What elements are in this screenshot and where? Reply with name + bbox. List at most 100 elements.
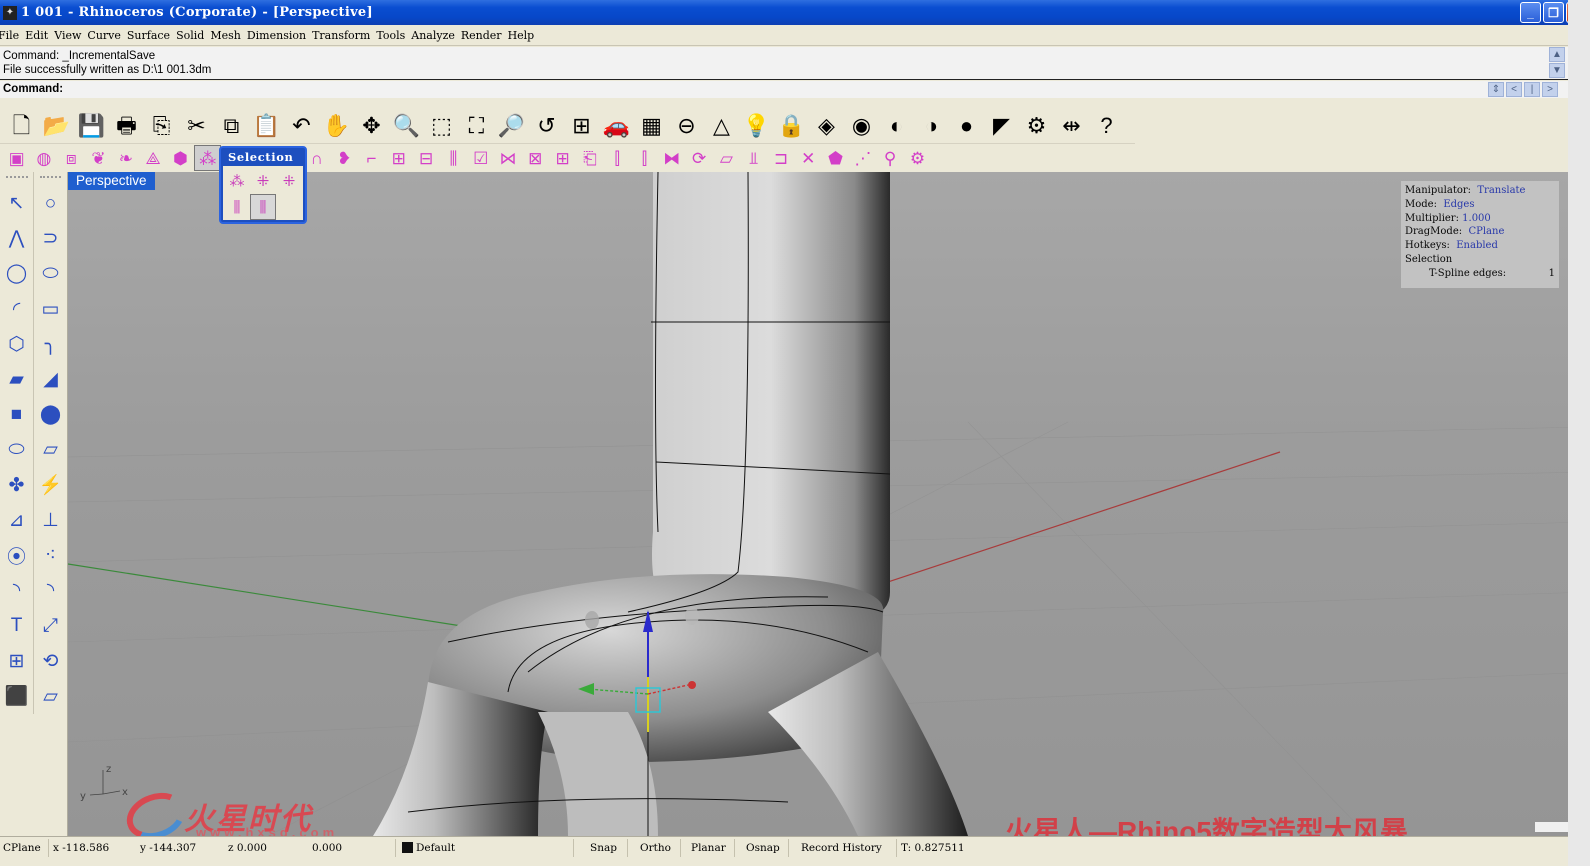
x-arrow-handle[interactable]: [688, 681, 696, 689]
polygon-icon[interactable]: ⬡: [0, 327, 33, 362]
record-history-toggle[interactable]: Record History: [801, 840, 882, 857]
menu-view[interactable]: View: [54, 29, 87, 42]
weld-icon[interactable]: ⋈: [494, 145, 521, 171]
tspline-toggle-icon[interactable]: ⟳: [685, 145, 712, 171]
unweld-icon[interactable]: ⊐: [767, 145, 794, 171]
render-sphere-icon[interactable]: ●: [949, 111, 984, 141]
solid-box-icon[interactable]: ■: [0, 397, 33, 432]
offset-curve-icon[interactable]: ◝: [34, 573, 67, 608]
viewport-title-tab[interactable]: Perspective: [68, 172, 155, 190]
rotate-icon[interactable]: ⟲: [34, 643, 67, 678]
scroll-down-button[interactable]: ▼: [1549, 63, 1565, 78]
split-icon[interactable]: ⊥: [34, 503, 67, 538]
light-icon[interactable]: 💡: [739, 111, 774, 141]
smooth-toggle-icon[interactable]: ▱: [713, 145, 740, 171]
import-icon[interactable]: ⎘: [144, 111, 179, 141]
shrink-selection-icon[interactable]: ⁜: [276, 168, 302, 194]
print-icon[interactable]: 🖶: [109, 111, 144, 141]
circle-icon[interactable]: ◯: [0, 256, 33, 291]
planar-surface-icon[interactable]: ⬭: [0, 432, 33, 467]
fillet-curve-icon[interactable]: ◝: [0, 573, 33, 608]
command-updown-button[interactable]: ⇕: [1488, 82, 1504, 97]
select-arrow-icon[interactable]: ↖: [0, 186, 33, 221]
menu-render[interactable]: Render: [461, 29, 508, 42]
save-icon[interactable]: 💾: [74, 111, 109, 141]
select-icon[interactable]: △: [704, 111, 739, 141]
undo-icon[interactable]: ↶: [284, 111, 319, 141]
planar-toggle[interactable]: Planar: [691, 840, 726, 857]
grow-selection-icon[interactable]: ⁜: [250, 168, 276, 194]
menu-mesh[interactable]: Mesh: [210, 29, 247, 42]
text-icon[interactable]: T: [0, 608, 33, 643]
new-icon[interactable]: 🗋: [4, 111, 39, 141]
manipulator-icon[interactable]: ⟁: [139, 145, 166, 171]
perspective-viewport[interactable]: z y x Perspective Manipulator: Translate…: [68, 172, 1590, 836]
shaded-icon[interactable]: ◐: [879, 111, 914, 141]
points-icon[interactable]: ⁖: [34, 538, 67, 573]
split-icon[interactable]: ✕: [795, 145, 822, 171]
boolean-icon[interactable]: ⦿: [0, 538, 33, 573]
minimize-button[interactable]: _: [1520, 2, 1541, 23]
menu-analyze[interactable]: Analyze: [411, 29, 461, 42]
help-icon[interactable]: ?: [1089, 111, 1124, 141]
snap-points-icon[interactable]: ⋰: [849, 145, 876, 171]
mesh-surface-icon[interactable]: ▱: [34, 432, 67, 467]
select-loop-icon[interactable]: ⫼: [224, 194, 250, 220]
menu-surface[interactable]: Surface: [127, 29, 176, 42]
bridge-icon[interactable]: ∩: [303, 145, 330, 171]
zoom-selected-icon[interactable]: 🔎: [494, 111, 529, 141]
tspline-display-icon[interactable]: ⬢: [167, 145, 194, 171]
symmetry-icon[interactable]: ⧓: [658, 145, 685, 171]
zoom-extents-icon[interactable]: ⛶: [459, 111, 494, 141]
sphere-icon[interactable]: ⬤: [34, 397, 67, 432]
array-icon[interactable]: ⊞: [0, 643, 33, 678]
cplane-status[interactable]: CPlane: [3, 840, 41, 857]
menu-help[interactable]: Help: [508, 29, 541, 42]
fill-hole-icon[interactable]: ☑: [467, 145, 494, 171]
tspline-settings-icon[interactable]: ⚙: [904, 145, 931, 171]
zoom-window-icon[interactable]: ⬚: [424, 111, 459, 141]
dimension-tool-icon[interactable]: ⏥: [34, 679, 67, 714]
surface-points-icon[interactable]: ▰: [0, 362, 33, 397]
menu-edit[interactable]: Edit: [25, 29, 54, 42]
cone-icon[interactable]: ◤: [984, 111, 1019, 141]
corner-flow-icon[interactable]: ⫿: [631, 145, 658, 171]
grid-icon[interactable]: ⊞: [549, 145, 576, 171]
scroll-up-button[interactable]: ▲: [1549, 47, 1565, 62]
select-ring-icon[interactable]: ⫼: [250, 194, 276, 220]
cut-icon[interactable]: ✂: [179, 111, 214, 141]
pull-icon[interactable]: ⫫: [740, 145, 767, 171]
extrude-icon[interactable]: ⌐: [358, 145, 385, 171]
paste-icon[interactable]: 📋: [249, 111, 284, 141]
solid-tools-icon[interactable]: ⬛: [0, 679, 33, 714]
point-icon[interactable]: ○: [34, 186, 67, 221]
layers-icon[interactable]: ◈: [809, 111, 844, 141]
ortho-toggle[interactable]: Ortho: [640, 840, 671, 857]
cplane-icon[interactable]: ▦: [634, 111, 669, 141]
menu-transform[interactable]: Transform: [312, 29, 376, 42]
options-gear-icon[interactable]: ⚙: [1019, 111, 1054, 141]
insert-point-icon[interactable]: ⊟: [412, 145, 439, 171]
sweep-icon[interactable]: ◢: [34, 362, 67, 397]
polyline-icon[interactable]: ⋀: [0, 221, 33, 256]
curve-icon[interactable]: ⊃: [34, 221, 67, 256]
edge-flow-icon[interactable]: ⫿: [604, 145, 631, 171]
command-prev-button[interactable]: <: [1506, 82, 1522, 97]
menu-curve[interactable]: Curve: [87, 29, 126, 42]
tspline-smooth-icon[interactable]: ❦: [85, 145, 112, 171]
tspline-box-icon[interactable]: ▣: [3, 145, 30, 171]
command-input[interactable]: Command:: [0, 81, 1568, 98]
toolbar-grip[interactable]: [6, 176, 28, 184]
tspline-box-mode-icon[interactable]: ⧈: [58, 145, 85, 171]
rotate-view-icon[interactable]: ✥: [354, 111, 389, 141]
dimension-icon[interactable]: ⇹: [1054, 111, 1089, 141]
fillet-icon[interactable]: ╮: [34, 327, 67, 362]
menu-dimension[interactable]: Dimension: [247, 29, 312, 42]
undo-view-icon[interactable]: ↺: [529, 111, 564, 141]
menu-solid[interactable]: Solid: [176, 29, 210, 42]
command-next-button[interactable]: >: [1542, 82, 1558, 97]
ellipse-icon[interactable]: ⬭: [34, 256, 67, 291]
arc-icon[interactable]: ◜: [0, 292, 33, 327]
open-icon[interactable]: 📂: [39, 111, 74, 141]
thicken-icon[interactable]: ⬟: [822, 145, 849, 171]
